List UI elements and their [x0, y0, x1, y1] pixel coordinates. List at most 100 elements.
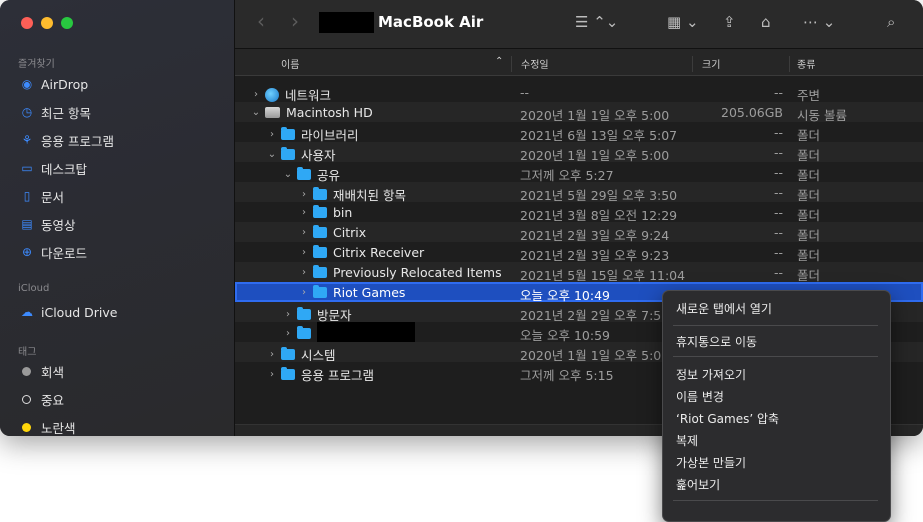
- sidebar-item-icloud-drive[interactable]: ☁ iCloud Drive: [20, 302, 117, 322]
- menu-item-rename[interactable]: 이름 변경: [676, 388, 724, 405]
- menu-item-duplicate[interactable]: 복제: [676, 432, 698, 449]
- zoom-window-button[interactable]: [61, 17, 73, 29]
- forward-button[interactable]: ›: [291, 9, 299, 33]
- menu-separator: [673, 325, 878, 326]
- back-button[interactable]: ‹: [257, 9, 265, 33]
- row-name-label: Citrix Receiver: [333, 245, 425, 260]
- disclosure-collapsed-icon[interactable]: ›: [299, 287, 309, 298]
- disclosure-collapsed-icon[interactable]: ›: [267, 369, 277, 380]
- disclosure-collapsed-icon[interactable]: ›: [299, 227, 309, 238]
- more-actions-button[interactable]: ⋯ ⌄: [803, 13, 835, 31]
- window-title: MacBook Air: [378, 13, 484, 31]
- disclosure-collapsed-icon[interactable]: ›: [299, 207, 309, 218]
- disclosure-collapsed-icon[interactable]: ›: [299, 189, 309, 200]
- sidebar-item-label: 데스크탑: [41, 161, 88, 177]
- column-kind-header[interactable]: 종류: [797, 56, 815, 71]
- airdrop-icon: ◉: [21, 77, 33, 91]
- folder-icon: [313, 225, 327, 238]
- disclosure-expanded-icon[interactable]: ⌄: [283, 169, 293, 180]
- table-row[interactable]: ⌄ Macintosh HD 2020년 1월 1일 오후 5:00 205.06GB…: [235, 102, 923, 123]
- row-name-label: Riot Games: [333, 285, 406, 300]
- redacted-name: [317, 322, 415, 342]
- disclosure-collapsed-icon[interactable]: ›: [267, 129, 277, 140]
- toolbar: ‹ › MacBook Air ☰ ⌃⌄ ▦ ⌄ ⇪ ⌂ ⋯ ⌄ ⌕: [235, 0, 923, 49]
- share-icon[interactable]: ⇪: [723, 13, 736, 31]
- sidebar-tag-gray[interactable]: 회색: [20, 361, 64, 381]
- row-size-cell: --: [773, 165, 783, 180]
- sidebar-item-applications[interactable]: ⚘ 응용 프로그램: [20, 130, 114, 150]
- row-size-cell: --: [773, 265, 783, 280]
- table-row[interactable]: › Citrix 2021년 2월 3일 오후 9:24 -- 폴더: [235, 222, 923, 243]
- disclosure-expanded-icon[interactable]: ⌄: [251, 107, 261, 118]
- disclosure-collapsed-icon[interactable]: ›: [299, 247, 309, 258]
- sidebar-item-label: 노란색: [41, 420, 76, 436]
- sidebar-tag-important[interactable]: 중요: [20, 389, 64, 409]
- tag-icon[interactable]: ⌂: [761, 13, 771, 31]
- view-options-button[interactable]: ☰ ⌃⌄: [575, 13, 618, 31]
- menu-item-move-to-trash[interactable]: 휴지통으로 이동: [676, 333, 757, 350]
- sidebar-tag-yellow[interactable]: 노란색: [20, 417, 76, 436]
- minimize-window-button[interactable]: [41, 17, 53, 29]
- sidebar-item-documents[interactable]: ▯ 문서: [20, 186, 64, 206]
- sidebar-item-label: iCloud Drive: [41, 304, 118, 320]
- menu-item-get-info[interactable]: 정보 가져오기: [676, 366, 746, 383]
- table-row[interactable]: › bin 2021년 3월 8일 오전 12:29 -- 폴더: [235, 202, 923, 223]
- disclosure-expanded-icon[interactable]: ⌄: [267, 149, 277, 160]
- row-name-cell: › Citrix: [299, 225, 366, 240]
- menu-item-quick-look[interactable]: 훑어보기: [676, 476, 720, 493]
- menu-item-make-alias[interactable]: 가상본 만들기: [676, 454, 746, 471]
- row-name-cell: › bin: [299, 205, 352, 220]
- sidebar-item-movies[interactable]: ▤ 동영상: [20, 214, 75, 234]
- row-name-cell: › Riot Games: [299, 285, 405, 300]
- row-name-label: bin: [333, 205, 353, 220]
- row-name-cell: › Previously Relocated Items: [299, 265, 502, 280]
- download-icon: ⊕: [21, 245, 33, 259]
- row-name-label: Citrix: [333, 225, 367, 240]
- table-row[interactable]: › 라이브러리 2021년 6월 13일 오후 5:07 -- 폴더: [235, 122, 923, 143]
- row-size-cell: --: [773, 185, 783, 200]
- table-row[interactable]: › Citrix Receiver 2021년 2월 3일 오후 9:23 -- 폴더: [235, 242, 923, 263]
- sidebar-item-airdrop[interactable]: ◉ AirDrop: [20, 74, 89, 94]
- network-icon: [265, 87, 279, 102]
- column-divider[interactable]: [789, 56, 790, 72]
- menu-item-compress[interactable]: ‘Riot Games’ 압축: [676, 410, 779, 427]
- disclosure-collapsed-icon[interactable]: ›: [267, 349, 277, 360]
- column-size-header[interactable]: 크기: [702, 56, 720, 71]
- row-size-cell: 205.06GB: [721, 105, 783, 120]
- hard-disk-icon: [265, 107, 280, 118]
- sidebar-item-label: 회색: [41, 364, 65, 380]
- folder-icon: [281, 147, 295, 160]
- sidebar-item-label: 문서: [41, 189, 65, 205]
- folder-icon: [313, 187, 327, 200]
- column-modified-header[interactable]: 수정일: [521, 56, 549, 71]
- disclosure-collapsed-icon[interactable]: ›: [283, 328, 293, 339]
- sidebar-item-desktop[interactable]: ▭ 데스크탑: [20, 158, 87, 178]
- group-button[interactable]: ▦ ⌄: [667, 13, 699, 31]
- table-row[interactable]: ⌄ 사용자 2020년 1월 1일 오후 5:00 -- 폴더: [235, 142, 923, 163]
- table-row[interactable]: › 재배치된 항목 2021년 5월 29일 오후 3:50 -- 폴더: [235, 182, 923, 203]
- sidebar-section-favorites: 즐겨찾기: [18, 59, 55, 70]
- clock-icon: ◷: [21, 105, 33, 119]
- tag-dot-icon: [22, 422, 31, 432]
- context-menu: 새로운 탭에서 열기 휴지통으로 이동 정보 가져오기 이름 변경 ‘Riot …: [662, 290, 891, 522]
- disclosure-collapsed-icon[interactable]: ›: [251, 89, 261, 100]
- folder-icon: [281, 127, 295, 140]
- search-icon[interactable]: ⌕: [887, 13, 895, 31]
- table-row[interactable]: › Previously Relocated Items 2021년 5월 15일 …: [235, 262, 923, 283]
- column-name-header[interactable]: 이름: [281, 56, 299, 71]
- menu-item-open-in-new-tab[interactable]: 새로운 탭에서 열기: [676, 300, 772, 317]
- sidebar-item-downloads[interactable]: ⊕ 다운로드: [20, 242, 87, 262]
- close-window-button[interactable]: [21, 17, 33, 29]
- row-size-cell: --: [773, 245, 783, 260]
- row-name-cell: › Citrix Receiver: [299, 245, 424, 260]
- disclosure-collapsed-icon[interactable]: ›: [299, 267, 309, 278]
- table-row[interactable]: ⌄ 공유 그저께 오후 5:27 -- 폴더: [235, 162, 923, 183]
- menu-separator: [673, 356, 878, 357]
- table-row[interactable]: › 네트워크 -- -- 주변: [235, 82, 923, 103]
- sidebar-item-recents[interactable]: ◷ 최근 항목: [20, 102, 91, 122]
- folder-icon: [313, 285, 327, 298]
- column-divider[interactable]: [692, 56, 693, 72]
- sidebar-item-label: AirDrop: [41, 76, 89, 92]
- column-divider[interactable]: [511, 56, 512, 72]
- disclosure-collapsed-icon[interactable]: ›: [283, 309, 293, 320]
